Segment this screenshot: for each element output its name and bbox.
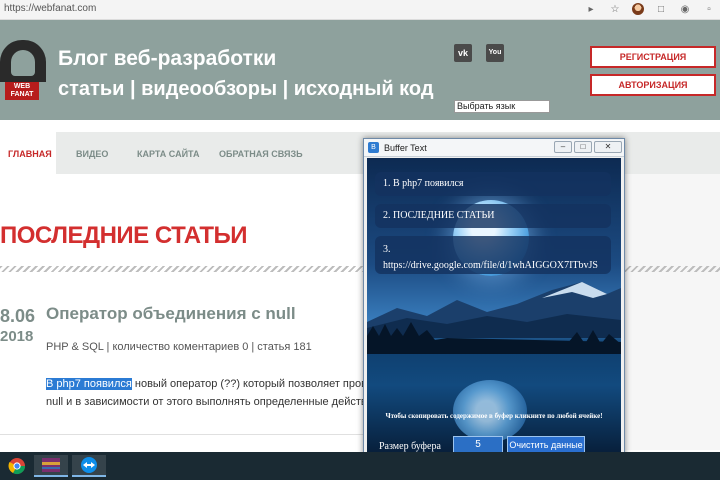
youtube-icon[interactable]: You — [486, 44, 504, 62]
blog-title: Блог веб-разработки — [58, 47, 277, 70]
post-divider — [0, 434, 365, 435]
cast-icon[interactable]: ▸ — [584, 2, 598, 16]
nav-item-feedback[interactable]: ОБРАТНАЯ СВЯЗЬ — [219, 132, 303, 174]
post-excerpt-line1: В php7 появился новый оператор (??) кото… — [46, 378, 379, 390]
buffer-item-2[interactable]: 2. ПОСЛЕДНИЕ СТАТЬИ — [375, 204, 611, 228]
profile-icon[interactable] — [632, 3, 644, 15]
login-button[interactable]: АВТОРИЗАЦИЯ — [590, 74, 716, 96]
post-date-year: 2018 — [0, 328, 34, 345]
star-icon[interactable]: ☆ — [608, 2, 622, 16]
post-meta: PHP & SQL | количество коментариев 0 | с… — [46, 341, 312, 353]
site-logo[interactable]: WEB FANAT — [0, 40, 46, 102]
section-title: ПОСЛЕДНИЕ СТАТЬИ — [0, 222, 248, 249]
bookmark-icon[interactable]: ▫ — [702, 2, 716, 16]
buffer-text-window: B Buffer Text – □ ✕ 1. В php7 появился 2… — [363, 138, 625, 464]
buffer-item-1[interactable]: 1. В php7 появился — [375, 172, 611, 196]
language-select[interactable]: Выбрать язык — [454, 100, 550, 113]
winrar-icon[interactable] — [34, 455, 68, 477]
post-excerpt-rest: новый оператор (??) который позволяет пр… — [131, 378, 380, 390]
post-title[interactable]: Оператор объединения с null — [46, 304, 296, 324]
moon-reflection-image — [453, 380, 527, 442]
nav-item-home[interactable]: ГЛАВНАЯ — [0, 132, 56, 174]
window-title: Buffer Text — [384, 143, 427, 153]
teamviewer-icon[interactable] — [72, 455, 106, 477]
copy-hint: Чтобы скопировать содержимое в буфер кли… — [385, 412, 603, 420]
trees-image — [367, 322, 621, 354]
register-button[interactable]: РЕГИСТРАЦИЯ — [590, 46, 716, 68]
buffer-item-3-text: https://drive.google.com/file/d/1whAIGGO… — [383, 260, 598, 271]
vk-icon[interactable]: vk — [454, 44, 472, 62]
buffer-item-3-index: 3. — [383, 244, 391, 255]
browser-address-bar: https://webfanat.com ▸ ☆ □ ◉ ▫ — [0, 0, 720, 20]
nav-item-video[interactable]: ВИДЕО — [76, 132, 108, 174]
maximize-icon[interactable]: □ — [574, 141, 592, 153]
close-icon[interactable]: ✕ — [594, 141, 622, 153]
taskbar — [0, 452, 720, 480]
browser-toolbar: ▸ ☆ □ ◉ ▫ — [584, 2, 716, 16]
selected-text[interactable]: В php7 появился — [46, 378, 132, 390]
minimize-icon[interactable]: – — [554, 141, 572, 153]
post-date-day: 8.06 — [0, 306, 36, 326]
sidebar-panel — [622, 174, 720, 450]
buffer-item-3[interactable]: 3. https://drive.google.com/file/d/1whAI… — [375, 236, 611, 274]
hatch-divider-right — [622, 266, 720, 272]
screen: https://webfanat.com ▸ ☆ □ ◉ ▫ WEB FANAT… — [0, 0, 720, 480]
post-excerpt-line2: null и в зависимости от этого выполнять … — [46, 396, 379, 408]
chrome-icon[interactable] — [0, 455, 34, 477]
buffer-size-label: Размер буфера — [379, 441, 441, 452]
window-body: 1. В php7 появился 2. ПОСЛЕДНИЕ СТАТЬИ 3… — [367, 158, 621, 461]
hatch-divider — [0, 266, 365, 272]
site-header: WEB FANAT Блог веб-разработки статьи | в… — [0, 20, 720, 120]
logo-text: WEB FANAT — [5, 82, 39, 100]
window-titlebar[interactable]: B Buffer Text – □ ✕ — [364, 139, 624, 157]
extension-icon[interactable]: □ — [654, 2, 668, 16]
nav-item-sitemap[interactable]: КАРТА САЙТА — [137, 132, 199, 174]
headphones-icon[interactable]: ◉ — [678, 2, 692, 16]
url-text[interactable]: https://webfanat.com — [4, 3, 96, 14]
app-icon: B — [368, 142, 379, 153]
blog-subtitle: статьи | видеообзоры | исходный код — [58, 78, 434, 100]
